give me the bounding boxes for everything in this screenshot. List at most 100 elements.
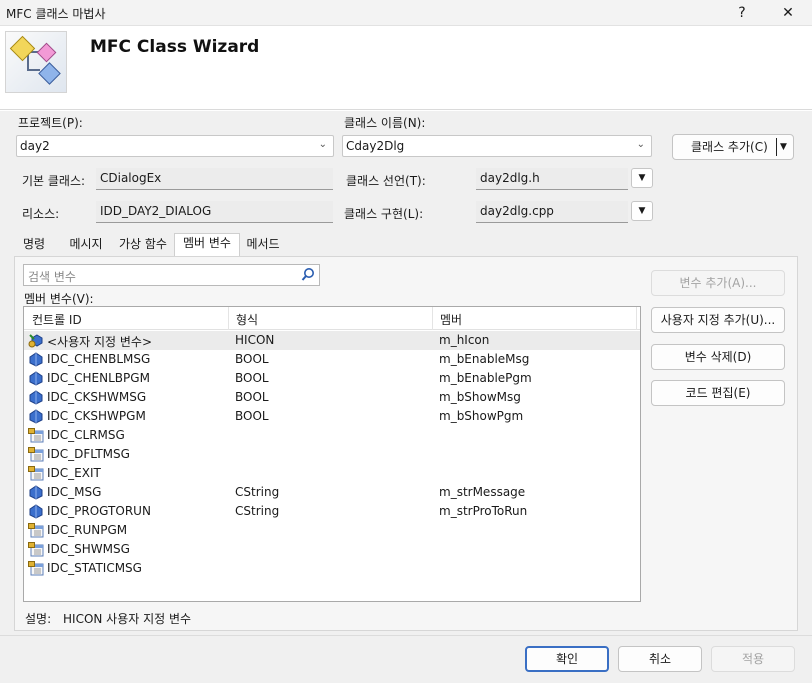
- cell-type: BOOL: [235, 409, 269, 423]
- table-row[interactable]: IDC_SHWMSG: [24, 540, 640, 559]
- cell-control-id: IDC_DFLTMSG: [47, 447, 130, 461]
- cell-member: m_strProToRun: [439, 504, 528, 518]
- variable-icon: [28, 371, 44, 386]
- tab-messages[interactable]: 메시지: [64, 235, 108, 255]
- table-row[interactable]: IDC_EXIT: [24, 464, 640, 483]
- wizard-title: MFC Class Wizard: [90, 37, 260, 57]
- table-row[interactable]: <사용자 지정 변수> HICON m_hIcon: [24, 331, 640, 350]
- search-icon[interactable]: [300, 266, 316, 284]
- class-decl-dropdown-icon[interactable]: ▼: [631, 168, 653, 188]
- split-divider: [776, 138, 777, 156]
- control-icon: [28, 428, 44, 443]
- cell-control-id: IDC_PROGTORUN: [47, 504, 151, 518]
- column-member[interactable]: 멤버: [440, 311, 462, 328]
- chevron-down-icon: ⌄: [318, 139, 327, 150]
- table-row[interactable]: IDC_STATICMSG: [24, 559, 640, 578]
- cell-member: m_bEnablePgm: [439, 371, 532, 385]
- control-icon: [28, 561, 44, 576]
- cell-member: m_hIcon: [439, 333, 490, 347]
- table-row[interactable]: IDC_CHENBLMSG BOOL m_bEnableMsg: [24, 350, 640, 369]
- cell-control-id: IDC_CLRMSG: [47, 428, 125, 442]
- column-type[interactable]: 형식: [236, 311, 258, 328]
- control-icon: [28, 447, 44, 462]
- tab-commands[interactable]: 명령: [14, 235, 54, 255]
- project-value: day2: [20, 139, 50, 153]
- table-row[interactable]: IDC_CHENLBPGM BOOL m_bEnablePgm: [24, 369, 640, 388]
- cell-control-id: IDC_SHWMSG: [47, 542, 130, 556]
- dropdown-arrow-icon[interactable]: ▼: [780, 135, 787, 159]
- tab-methods[interactable]: 메서드: [242, 235, 284, 255]
- cell-type: CString: [235, 485, 280, 499]
- custom-variable-icon: [28, 333, 44, 348]
- class-name-combo[interactable]: Cday2Dlg ⌄: [342, 135, 652, 157]
- search-box[interactable]: 검색 변수: [23, 264, 320, 286]
- description-value: HICON 사용자 지정 변수: [63, 612, 192, 626]
- cell-control-id: IDC_RUNPGM: [47, 523, 128, 537]
- class-name-value: Cday2Dlg: [346, 139, 405, 153]
- add-custom-button[interactable]: 사용자 지정 추가(U)...: [651, 307, 785, 333]
- variable-icon: [28, 504, 44, 519]
- cell-member: m_bEnableMsg: [439, 352, 530, 366]
- base-class-value: CDialogEx: [100, 171, 162, 185]
- class-name-label: 클래스 이름(N):: [344, 116, 426, 130]
- ok-button[interactable]: 확인: [525, 646, 609, 672]
- table-row[interactable]: IDC_PROGTORUN CString m_strProToRun: [24, 502, 640, 521]
- table-row[interactable]: IDC_MSG CString m_strMessage: [24, 483, 640, 502]
- cell-control-id: IDC_CKSHWMSG: [47, 390, 147, 404]
- wizard-header: MFC Class Wizard: [0, 26, 812, 110]
- control-icon: [28, 466, 44, 481]
- chevron-down-icon: ⌄: [636, 139, 645, 150]
- control-icon: [28, 542, 44, 557]
- variable-icon: [28, 352, 44, 367]
- variable-icon: [28, 390, 44, 405]
- class-impl-dropdown-icon[interactable]: ▼: [631, 201, 653, 221]
- column-separator[interactable]: [228, 307, 229, 330]
- tab-virtual-functions[interactable]: 가상 함수: [114, 235, 172, 255]
- add-class-button[interactable]: 클래스 추가(C) ▼: [672, 134, 794, 160]
- cell-control-id: IDC_CHENBLMSG: [47, 352, 151, 366]
- project-label: 프로젝트(P):: [18, 116, 83, 130]
- list-header: 컨트롤 ID 형식 멤버: [24, 307, 640, 330]
- cell-control-id: IDC_EXIT: [47, 466, 101, 480]
- table-row[interactable]: IDC_CKSHWPGM BOOL m_bShowPgm: [24, 407, 640, 426]
- resource-field: IDD_DAY2_DIALOG: [96, 201, 333, 223]
- cell-type: CString: [235, 504, 280, 518]
- cell-control-id: IDC_STATICMSG: [47, 561, 142, 575]
- class-impl-field: day2dlg.cpp: [476, 201, 628, 223]
- search-placeholder: 검색 변수: [28, 270, 76, 284]
- variable-icon: [28, 409, 44, 424]
- help-button[interactable]: ?: [722, 0, 762, 26]
- delete-variable-button[interactable]: 변수 삭제(D): [651, 344, 785, 370]
- member-variables-list[interactable]: 컨트롤 ID 형식 멤버 <사용자 지정 변수> HICON m_hIcon IDC_…: [23, 306, 641, 602]
- member-variables-panel: 검색 변수 멤버 변수(V): 컨트롤 ID 형식 멤버 <사용자 지정 변수>…: [14, 256, 798, 631]
- column-control-id[interactable]: 컨트롤 ID: [32, 311, 82, 328]
- cell-member: m_bShowMsg: [439, 390, 521, 404]
- class-wizard-logo-icon: [5, 31, 67, 93]
- close-button[interactable]: ✕: [768, 0, 808, 26]
- title-bar: MFC 클래스 마법사 ? ✕: [0, 0, 812, 26]
- variable-icon: [28, 485, 44, 500]
- column-separator[interactable]: [636, 307, 637, 330]
- cell-control-id: IDC_CHENLBPGM: [47, 371, 150, 385]
- tab-member-variables[interactable]: 멤버 변수: [174, 233, 240, 257]
- description-label: 설명:: [25, 612, 52, 626]
- class-decl-field: day2dlg.h: [476, 168, 628, 190]
- edit-code-button[interactable]: 코드 편집(E): [651, 380, 785, 406]
- class-impl-label: 클래스 구현(L):: [344, 207, 424, 221]
- table-row[interactable]: IDC_CKSHWMSG BOOL m_bShowMsg: [24, 388, 640, 407]
- table-row[interactable]: IDC_RUNPGM: [24, 521, 640, 540]
- table-row[interactable]: IDC_CLRMSG: [24, 426, 640, 445]
- table-row[interactable]: IDC_DFLTMSG: [24, 445, 640, 464]
- project-combo[interactable]: day2 ⌄: [16, 135, 334, 157]
- dialog-footer: 확인 취소 적용: [0, 635, 812, 683]
- base-class-label: 기본 클래스:: [22, 174, 86, 188]
- cancel-button[interactable]: 취소: [618, 646, 702, 672]
- add-variable-button[interactable]: 변수 추가(A)...: [651, 270, 785, 296]
- apply-button[interactable]: 적용: [711, 646, 795, 672]
- cell-control-id: IDC_CKSHWPGM: [47, 409, 146, 423]
- cell-type: HICON: [235, 333, 275, 347]
- column-separator[interactable]: [432, 307, 433, 330]
- base-class-field: CDialogEx: [96, 168, 333, 190]
- class-decl-label: 클래스 선언(T):: [346, 174, 426, 188]
- class-impl-value: day2dlg.cpp: [480, 204, 554, 218]
